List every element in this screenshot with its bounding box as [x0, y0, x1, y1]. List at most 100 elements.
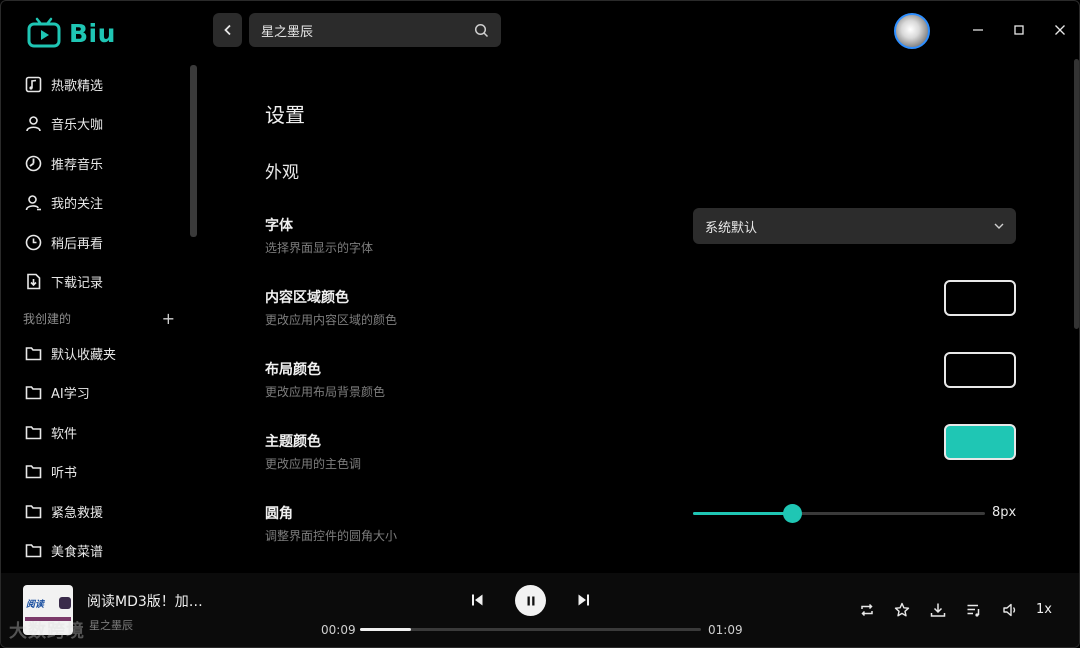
player-bar: 阅读 阅读MD3版！加… 星之墨辰 大数跨境 00:09 01:09 1x [1, 573, 1079, 647]
next-button[interactable] [575, 591, 593, 609]
settings-panel: 设置 外观 字体 选择界面显示的字体 系统默认 内容区域颜色 更改应用内容区域的… [265, 1, 1045, 571]
previous-button[interactable] [468, 591, 486, 609]
folder-item[interactable]: 默认收藏夹 [25, 338, 185, 368]
sidebar-item-label: 下载记录 [51, 275, 104, 291]
theme-color-swatch[interactable] [944, 424, 1016, 460]
setting-label: 圆角 [265, 506, 293, 522]
sidebar-item-following[interactable]: 我的关注 [25, 187, 185, 217]
font-select-value: 系统默认 [705, 220, 758, 236]
app-logo: Biu [27, 17, 116, 49]
chevron-left-icon [223, 24, 231, 36]
folder-icon [25, 425, 42, 439]
repeat-button[interactable] [858, 601, 876, 619]
radius-slider[interactable] [693, 503, 985, 523]
current-time: 00:09 [321, 623, 356, 637]
section-label: 我创建的 [23, 311, 72, 326]
layout-color-swatch[interactable] [944, 352, 1016, 388]
setting-label: 字体 [265, 218, 293, 234]
add-playlist-button[interactable]: + [162, 309, 175, 328]
watermark: 大数跨境 [9, 621, 85, 642]
folder-icon [25, 504, 42, 518]
close-button[interactable] [1048, 18, 1072, 42]
playlist-icon [967, 604, 980, 617]
folder-item[interactable]: 紧急救援 [25, 496, 185, 526]
folder-icon [25, 346, 42, 360]
song-artist[interactable]: 星之墨辰 [89, 617, 133, 633]
progress-fill [360, 628, 412, 631]
chevron-down-icon [994, 223, 1004, 229]
skip-next-icon [578, 594, 589, 606]
setting-font: 字体 选择界面显示的字体 系统默认 [265, 208, 1025, 263]
content-color-swatch[interactable] [944, 280, 1016, 316]
setting-desc: 调整界面控件的圆角大小 [265, 529, 398, 543]
folder-label: 紧急救援 [51, 505, 104, 521]
sidebar-item-label: 音乐大咖 [51, 117, 104, 133]
user-follow-icon [25, 194, 41, 210]
slider-fill [693, 512, 793, 515]
setting-label: 内容区域颜色 [265, 290, 349, 306]
tv-logo-icon [27, 17, 61, 48]
song-title[interactable]: 阅读MD3版！加… [87, 591, 213, 611]
music-note-icon [25, 76, 42, 92]
font-select[interactable]: 系统默认 [693, 208, 1016, 244]
setting-radius: 圆角 调整界面控件的圆角大小 8px [265, 503, 1025, 551]
setting-label: 主题颜色 [265, 434, 321, 450]
sidebar-item-hot-songs[interactable]: 热歌精选 [25, 69, 185, 99]
setting-theme-color: 主题颜色 更改应用的主色调 [265, 424, 1025, 479]
sidebar-item-label: 热歌精选 [51, 78, 104, 94]
favorite-button[interactable] [893, 601, 911, 619]
page-title: 设置 [265, 103, 305, 127]
playlist-button[interactable] [965, 601, 983, 619]
download-button[interactable] [929, 601, 947, 619]
folder-label: AI学习 [51, 386, 90, 402]
slider-thumb[interactable] [783, 504, 803, 523]
pause-button[interactable] [515, 585, 546, 616]
setting-desc: 选择界面显示的字体 [265, 241, 374, 255]
created-playlists-header: 我创建的 + [23, 308, 175, 328]
star-icon [894, 602, 910, 617]
sidebar-item-label: 稍后再看 [51, 236, 104, 252]
setting-layout-color: 布局颜色 更改应用布局背景颜色 [265, 352, 1025, 407]
sidebar-item-label: 推荐音乐 [51, 157, 104, 173]
folder-label: 听书 [51, 465, 78, 481]
playback-speed-button[interactable]: 1x [1036, 602, 1052, 617]
folder-label: 美食菜谱 [51, 544, 104, 560]
sidebar-scrollbar[interactable] [190, 65, 197, 237]
clock-icon [25, 234, 42, 250]
back-button[interactable] [213, 13, 242, 47]
folder-item[interactable]: AI学习 [25, 377, 185, 407]
repeat-icon [861, 603, 873, 617]
sidebar-item-downloads[interactable]: 下载记录 [25, 266, 185, 296]
download-icon [930, 603, 946, 617]
section-title: 外观 [265, 163, 299, 183]
folder-icon [25, 543, 42, 557]
sidebar-item-label: 我的关注 [51, 196, 104, 212]
folder-item[interactable]: 听书 [25, 456, 185, 486]
sidebar-item-recommend[interactable]: 推荐音乐 [25, 148, 185, 178]
folder-item[interactable]: 美食菜谱 [25, 535, 185, 565]
folder-item[interactable]: 软件 [25, 417, 185, 447]
main-scrollbar[interactable] [1074, 59, 1079, 329]
setting-desc: 更改应用内容区域的颜色 [265, 313, 398, 327]
folder-label: 软件 [51, 426, 78, 442]
radius-value: 8px [992, 505, 1017, 520]
folder-label: 默认收藏夹 [51, 347, 117, 363]
folder-icon [25, 385, 42, 399]
skip-previous-icon [472, 594, 483, 606]
cover-art [59, 597, 71, 609]
app-name: Biu [69, 18, 116, 48]
setting-label: 布局颜色 [265, 362, 321, 378]
setting-desc: 更改应用布局背景颜色 [265, 385, 386, 399]
progress-bar[interactable] [360, 628, 701, 631]
user-icon [26, 115, 41, 131]
sidebar-item-watch-later[interactable]: 稍后再看 [25, 227, 185, 257]
volume-icon [1003, 603, 1016, 617]
cover-text: 阅读 [26, 600, 45, 610]
app-window: Biu 热歌精选 音乐大咖 推荐音乐 我的关注 稍后再看 下载记录 我创建的 +… [0, 0, 1080, 648]
volume-button[interactable] [1001, 601, 1019, 619]
sidebar-item-artists[interactable]: 音乐大咖 [25, 108, 185, 138]
sidebar: 热歌精选 音乐大咖 推荐音乐 我的关注 稍后再看 下载记录 我创建的 + 默认收… [1, 65, 201, 573]
folder-icon [25, 464, 42, 478]
pause-icon [527, 596, 534, 605]
setting-content-color: 内容区域颜色 更改应用内容区域的颜色 [265, 280, 1025, 335]
